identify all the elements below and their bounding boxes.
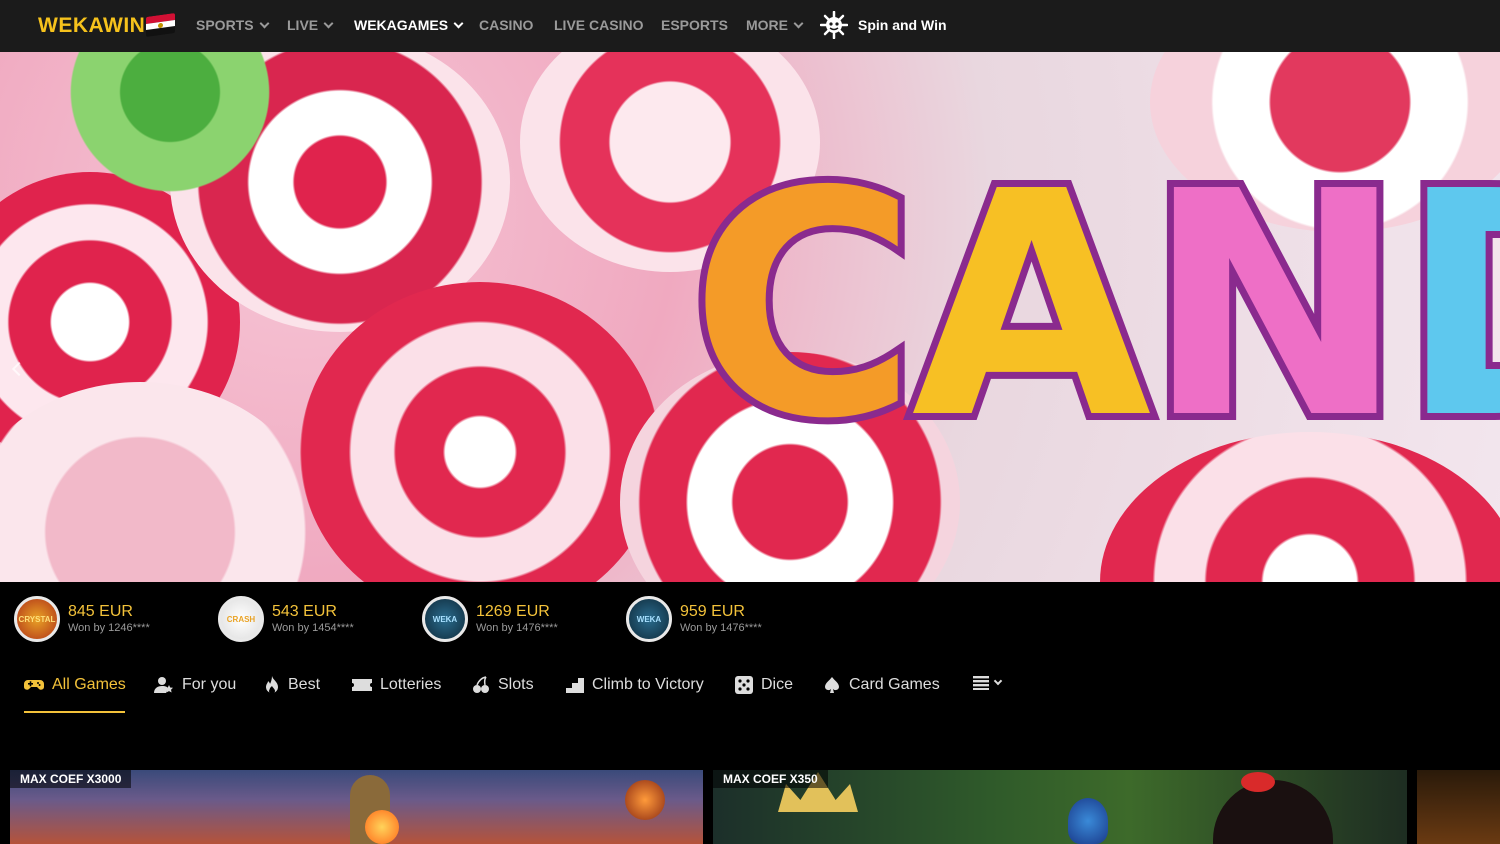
nav-live[interactable]: LIVE xyxy=(287,17,334,33)
logo-text-part2: WIN xyxy=(103,14,146,37)
candy-swirl-image xyxy=(0,382,320,582)
chevron-down-icon xyxy=(993,676,1003,686)
active-tab-indicator xyxy=(24,711,125,713)
hero-letter: N xyxy=(1138,126,1411,487)
ticket-icon xyxy=(352,679,372,691)
tab-label: Climb to Victory xyxy=(592,676,704,693)
winner-user: Won by 1454**** xyxy=(272,622,354,634)
tab-label: Dice xyxy=(761,676,794,693)
nav-sports-label: SPORTS xyxy=(196,17,254,33)
winner-user: Won by 1476**** xyxy=(680,622,762,634)
nav-wekagames-label: WEKAGAMES xyxy=(354,17,449,33)
chevron-down-icon xyxy=(259,18,270,28)
nav-casino-label: CASINO xyxy=(479,17,534,33)
nav-live-casino[interactable]: LIVE CASINO xyxy=(554,17,643,33)
wekawin-logo[interactable]: WEKAWIN xyxy=(38,14,145,38)
nav-more[interactable]: MORE xyxy=(746,17,804,33)
game-card[interactable]: MAX COEF X350 xyxy=(713,770,1407,844)
character-image xyxy=(1213,780,1333,844)
winner-amount: 543 EUR xyxy=(272,603,337,620)
max-coef-badge: MAX COEF X3000 xyxy=(10,770,132,788)
chevron-down-icon xyxy=(453,18,464,28)
game-badge-icon: WEKA xyxy=(626,596,672,642)
tab-all-games[interactable]: All Games xyxy=(24,676,126,694)
badge-text: WEKA xyxy=(636,614,662,624)
nav-wekagames[interactable]: WEKAGAMES xyxy=(354,17,464,33)
spin-and-win-link[interactable]: Spin and Win xyxy=(820,11,947,39)
dice-icon xyxy=(735,676,753,694)
user-star-icon xyxy=(154,677,173,693)
list-icon xyxy=(973,676,989,690)
spin-and-win-label: Spin and Win xyxy=(858,17,947,33)
chevron-down-icon xyxy=(323,18,334,28)
nav-more-label: MORE xyxy=(746,17,788,33)
gamepad-icon xyxy=(24,680,44,690)
badge-text: WEKA xyxy=(432,614,458,624)
spin-wheel-icon xyxy=(820,11,848,39)
winner-item[interactable]: WEKA 959 EUR Won by 1476**** xyxy=(626,596,762,642)
winner-user: Won by 1246**** xyxy=(68,622,150,634)
tab-climb-to-victory[interactable]: Climb to Victory xyxy=(566,676,704,694)
tab-card-games[interactable]: Card Games xyxy=(823,676,940,694)
nav-live-casino-label: LIVE CASINO xyxy=(554,17,644,33)
game-card[interactable]: MAX COEF X3000 xyxy=(10,770,703,844)
game-card[interactable] xyxy=(1417,770,1500,844)
logo-text-part1: WEKA xyxy=(38,14,103,37)
chevron-down-icon xyxy=(793,18,804,28)
hero-banner[interactable]: CAND xyxy=(0,52,1500,582)
badge-text: CRYSTAL xyxy=(18,614,56,624)
spade-icon xyxy=(825,677,839,693)
tab-lotteries[interactable]: Lotteries xyxy=(352,676,441,694)
winner-item[interactable]: WEKA 1269 EUR Won by 1476**** xyxy=(422,596,558,642)
top-navigation: WEKAWIN SPORTS LIVE WEKAGAMES CASINO LIV… xyxy=(0,0,1500,52)
tab-dice[interactable]: Dice xyxy=(735,676,793,694)
winner-amount: 959 EUR xyxy=(680,603,745,620)
bird-image xyxy=(1068,798,1108,844)
more-categories-dropdown[interactable] xyxy=(973,676,1003,690)
stairs-icon xyxy=(566,678,584,693)
winner-user: Won by 1476**** xyxy=(476,622,558,634)
badge-text: CRASH xyxy=(226,614,256,624)
game-badge-icon: CRYSTAL xyxy=(14,596,60,642)
winner-item[interactable]: CRASH 543 EUR Won by 1454**** xyxy=(218,596,354,642)
game-art-image xyxy=(625,780,665,820)
nav-sports[interactable]: SPORTS xyxy=(196,17,270,33)
nav-esports[interactable]: ESPORTS xyxy=(661,17,728,33)
game-badge-icon: CRASH xyxy=(218,596,264,642)
tab-label: All Games xyxy=(52,676,126,693)
tab-label: Card Games xyxy=(849,676,940,693)
nav-live-label: LIVE xyxy=(287,17,319,33)
game-art-image xyxy=(365,810,399,844)
winner-item[interactable]: CRYSTAL 845 EUR Won by 1246**** xyxy=(14,596,150,642)
tab-label: Slots xyxy=(498,676,534,693)
tab-label: Lotteries xyxy=(380,676,442,693)
tab-for-you[interactable]: For you xyxy=(154,676,236,694)
winner-amount: 845 EUR xyxy=(68,603,133,620)
tab-label: Best xyxy=(288,676,321,693)
tab-label: For you xyxy=(182,676,237,693)
winner-amount: 1269 EUR xyxy=(476,603,550,620)
bow-image xyxy=(1241,772,1275,792)
tab-slots[interactable]: Slots xyxy=(472,676,534,694)
max-coef-badge: MAX COEF X350 xyxy=(713,770,828,788)
hero-letter: D xyxy=(1392,145,1500,469)
game-badge-icon: WEKA xyxy=(422,596,468,642)
flame-icon xyxy=(266,676,278,694)
hero-letter: C xyxy=(683,126,924,487)
nav-esports-label: ESPORTS xyxy=(661,17,728,33)
hero-letter: A xyxy=(905,126,1159,487)
nav-casino[interactable]: CASINO xyxy=(479,17,533,33)
tab-best[interactable]: Best xyxy=(264,676,320,694)
egypt-flag-icon[interactable] xyxy=(146,12,175,38)
hero-title: CAND xyxy=(683,126,1500,487)
cherries-icon xyxy=(473,676,489,693)
